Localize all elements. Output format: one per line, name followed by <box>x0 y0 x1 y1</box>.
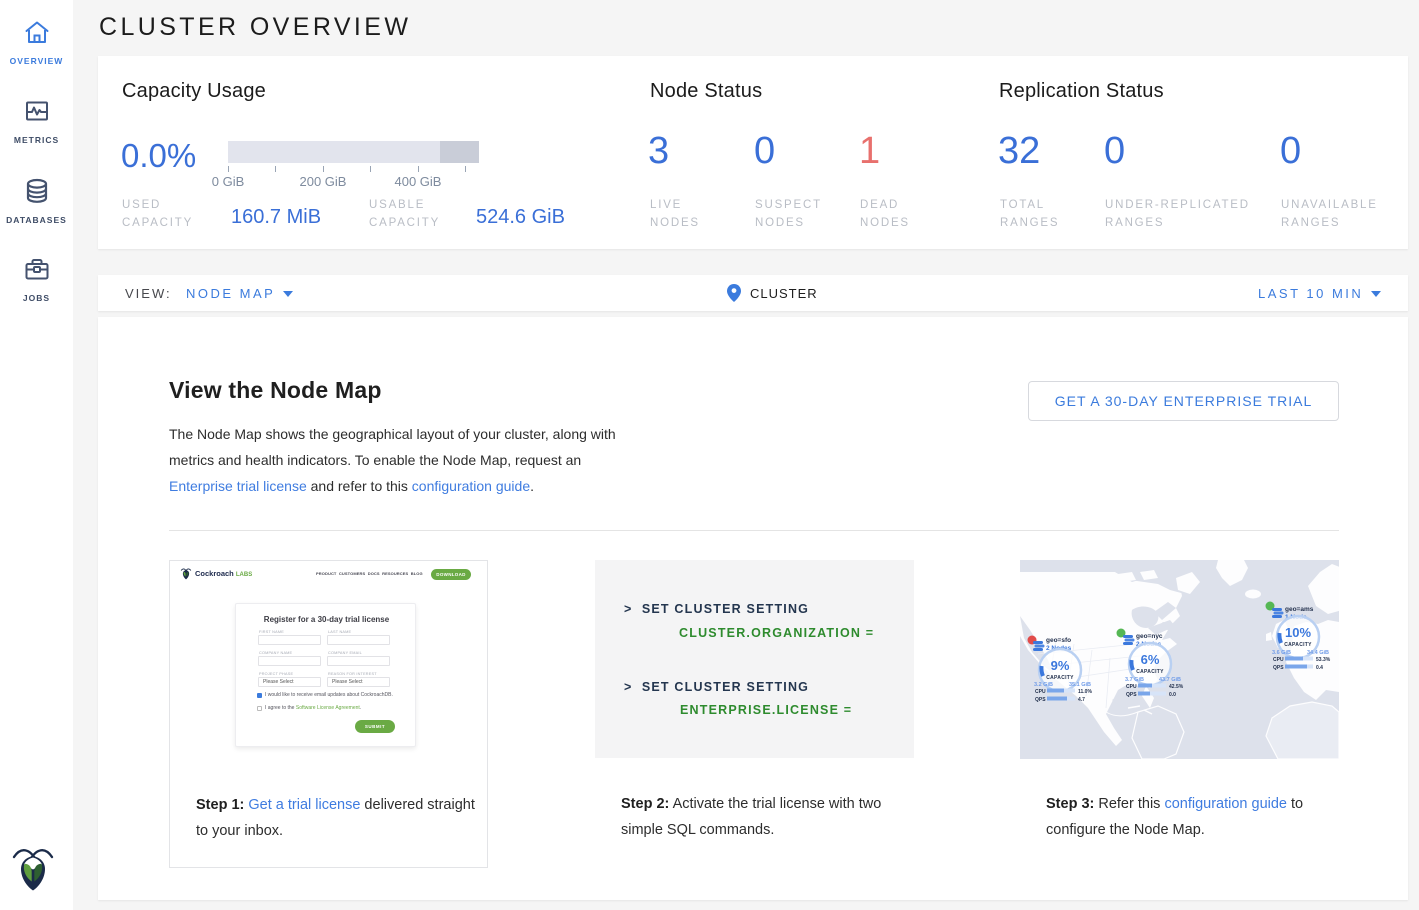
svg-text:53.3%: 53.3% <box>1316 657 1331 663</box>
svg-text:34.4 GiB: 34.4 GiB <box>1307 650 1329 656</box>
svg-text:43.7 GiB: 43.7 GiB <box>1159 677 1181 683</box>
svg-text:CAPACITY: CAPACITY <box>1136 669 1164 675</box>
svg-text:QPS: QPS <box>1273 665 1284 671</box>
svg-text:4.7: 4.7 <box>1078 697 1085 703</box>
svg-text:3.2 GiB: 3.2 GiB <box>1034 682 1053 688</box>
svg-text:CAPACITY: CAPACITY <box>1046 675 1074 681</box>
svg-text:3.7 GiB: 3.7 GiB <box>1125 677 1144 683</box>
svg-text:10%: 10% <box>1285 625 1311 640</box>
svg-text:35.1 GiB: 35.1 GiB <box>1069 682 1091 688</box>
svg-text:CPU: CPU <box>1035 689 1046 695</box>
svg-text:QPS: QPS <box>1035 697 1046 703</box>
svg-text:0.4: 0.4 <box>1316 665 1323 671</box>
svg-text:11.0%: 11.0% <box>1078 689 1092 695</box>
svg-text:CPU: CPU <box>1126 684 1137 690</box>
svg-text:42.5%: 42.5% <box>1169 684 1184 690</box>
svg-text:0.0: 0.0 <box>1169 692 1176 698</box>
svg-text:geo=nyc: geo=nyc <box>1136 633 1163 640</box>
svg-text:geo=sfo: geo=sfo <box>1046 637 1071 644</box>
svg-text:6%: 6% <box>1141 652 1160 667</box>
svg-text:CAPACITY: CAPACITY <box>1284 642 1312 648</box>
svg-text:geo=ams: geo=ams <box>1285 606 1314 613</box>
svg-text:3.6 GiB: 3.6 GiB <box>1272 650 1291 656</box>
svg-text:CPU: CPU <box>1273 657 1284 663</box>
svg-text:QPS: QPS <box>1126 692 1137 698</box>
svg-text:9%: 9% <box>1051 658 1070 673</box>
